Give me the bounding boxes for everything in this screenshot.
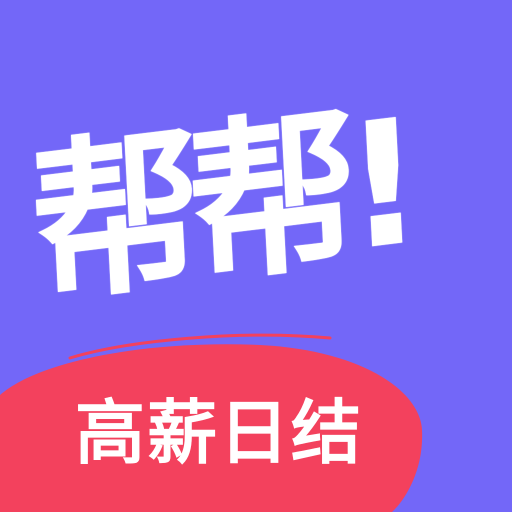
app-icon: 帮帮! 高薪日结 [0, 0, 512, 512]
slogan-text: 高薪日结 [75, 392, 363, 474]
